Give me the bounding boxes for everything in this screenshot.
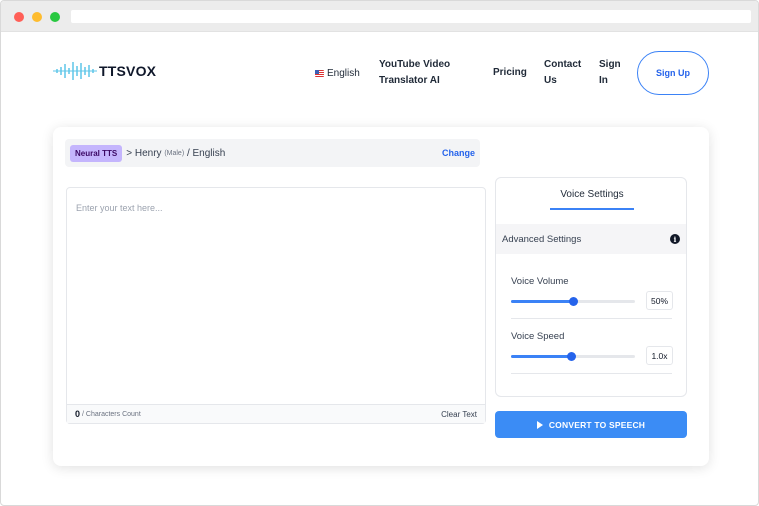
nav-sign-in[interactable]: Sign In <box>599 57 629 89</box>
voice-volume-slider[interactable] <box>511 297 635 306</box>
advanced-settings-label: Advanced Settings <box>502 233 582 245</box>
voice-language: / English <box>186 147 226 159</box>
brand-name: TTSVOX <box>99 63 157 79</box>
voice-speed-slider[interactable] <box>511 352 635 361</box>
nav-youtube-translator[interactable]: YouTube Video Translator AI <box>379 57 459 89</box>
editor-footer: 0 / Characters Count Clear Text <box>67 404 485 423</box>
soundwave-logo-icon <box>53 62 97 80</box>
voice-name: > Henry <box>126 147 162 159</box>
nav-contact-us[interactable]: Contact Us <box>544 57 588 89</box>
convert-button-label: CONVERT TO SPEECH <box>548 419 646 430</box>
voice-settings-panel: Voice Settings Advanced Settings i Voice… <box>495 177 687 397</box>
language-selector[interactable]: English <box>315 68 360 79</box>
text-editor: 0 / Characters Count Clear Text <box>66 187 486 424</box>
voice-selection-bar: Neural TTS > Henry (Male) / English Chan… <box>65 139 480 167</box>
engine-badge: Neural TTS <box>70 144 123 162</box>
maximize-window-button[interactable] <box>50 12 60 22</box>
sign-up-button[interactable]: Sign Up <box>637 51 709 95</box>
speed-slider-thumb[interactable] <box>566 352 576 361</box>
site-header: TTSVOX English YouTube Video Translator … <box>1 32 758 116</box>
tab-voice-settings[interactable]: Voice Settings <box>550 189 634 210</box>
advanced-settings-row[interactable]: Advanced Settings i <box>496 224 686 254</box>
close-window-button[interactable] <box>14 12 24 22</box>
voice-volume-label: Voice Volume <box>511 276 569 287</box>
change-voice-link[interactable]: Change <box>442 148 475 158</box>
minimize-window-button[interactable] <box>32 12 42 22</box>
title-bar <box>1 1 758 32</box>
voice-speed-value[interactable]: 1.0x <box>646 346 673 365</box>
divider <box>511 318 672 319</box>
nav-pricing[interactable]: Pricing <box>493 65 527 81</box>
browser-window: TTSVOX English YouTube Video Translator … <box>0 0 759 506</box>
voice-speed-label: Voice Speed <box>511 331 565 342</box>
volume-slider-fill <box>511 300 573 303</box>
divider <box>511 373 672 374</box>
tts-card: Neural TTS > Henry (Male) / English Chan… <box>53 127 709 466</box>
character-count-label: / Characters Count <box>82 410 141 418</box>
voice-gender: (Male) <box>164 149 185 157</box>
info-icon[interactable]: i <box>670 234 680 244</box>
clear-text-button[interactable]: Clear Text <box>441 410 477 419</box>
address-bar[interactable] <box>71 10 751 23</box>
convert-to-speech-button[interactable]: CONVERT TO SPEECH <box>495 411 687 438</box>
speed-slider-fill <box>511 355 571 358</box>
language-label: English <box>327 68 360 79</box>
us-flag-icon <box>315 70 324 77</box>
text-input[interactable] <box>67 197 485 403</box>
voice-volume-value[interactable]: 50% <box>646 291 673 310</box>
character-count: 0 <box>75 409 81 419</box>
volume-slider-thumb[interactable] <box>569 297 578 306</box>
logo[interactable]: TTSVOX <box>53 60 156 82</box>
play-icon <box>536 420 543 429</box>
